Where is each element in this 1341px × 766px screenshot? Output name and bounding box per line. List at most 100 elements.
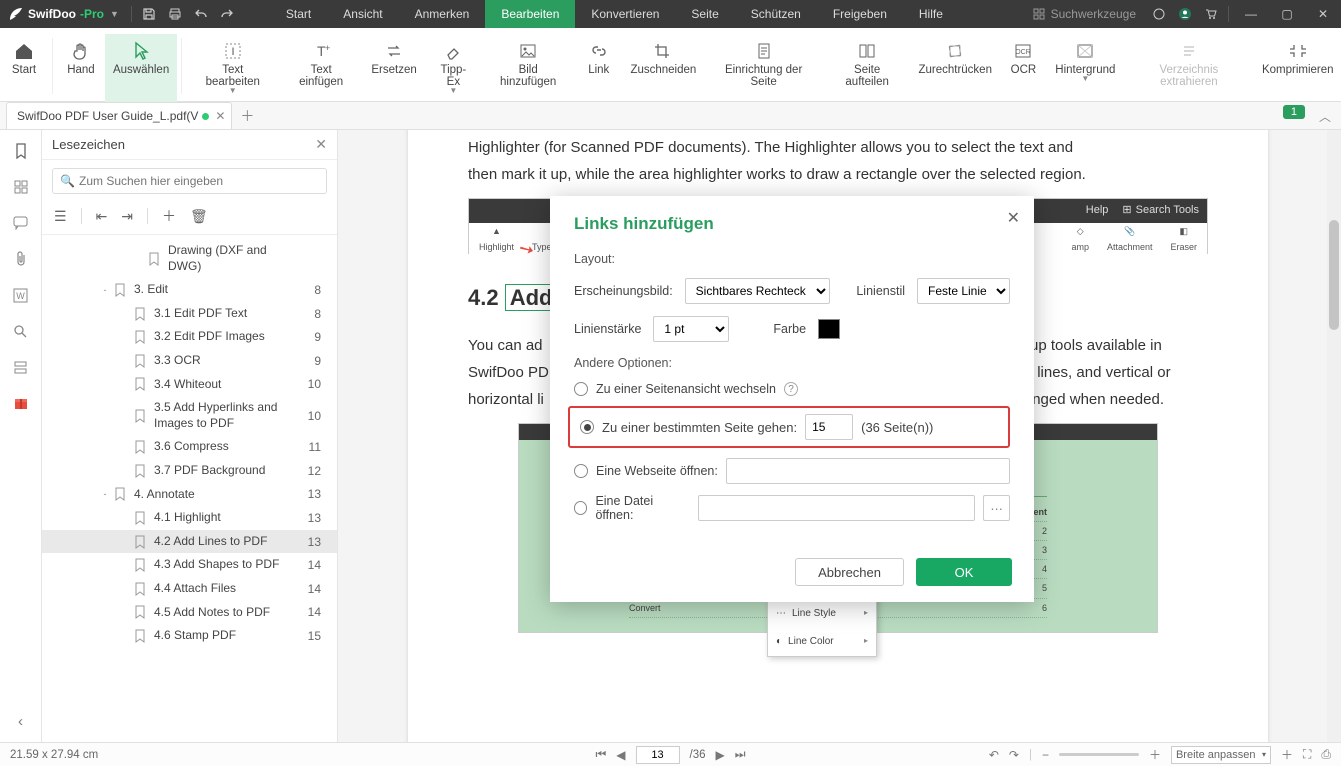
expand-icon[interactable]: - — [98, 285, 112, 295]
bookmark-item[interactable]: Drawing (DXF and DWG) — [42, 239, 337, 278]
radio-web[interactable] — [574, 464, 588, 478]
zoom-out-icon[interactable]: − — [1042, 748, 1049, 762]
ribbon-text-edit[interactable]: IText bearbeiten▼ — [186, 34, 279, 102]
menu-share[interactable]: Freigeben — [817, 0, 903, 28]
bookmark-item[interactable]: 4.4 Attach Files14 — [42, 577, 337, 601]
menu-annotate[interactable]: Anmerken — [399, 0, 486, 28]
bookmark-item[interactable]: 3.4 Whiteout10 — [42, 373, 337, 397]
rail-comments-icon[interactable] — [10, 212, 32, 234]
fullscreen-icon[interactable]: ⛶ — [1303, 747, 1311, 762]
file-browse-button[interactable]: ⋯ — [983, 495, 1010, 521]
menu-page[interactable]: Seite — [675, 0, 734, 28]
bookmark-item[interactable]: 4.5 Add Notes to PDF14 — [42, 601, 337, 625]
undo-icon[interactable] — [188, 0, 214, 28]
ctx-color[interactable]: ◐ Line Color▸ — [768, 628, 876, 656]
rail-bookmark-icon[interactable] — [10, 140, 32, 162]
bookmark-item[interactable]: 4.6 Stamp PDF15 — [42, 624, 337, 648]
bm-tool-indent-icon[interactable]: ⇥ — [121, 208, 133, 225]
dropdown-icon[interactable]: ▼ — [110, 9, 119, 19]
close-button[interactable]: ✕ — [1305, 0, 1341, 28]
zoom-in-icon[interactable]: ＋ — [1149, 746, 1161, 763]
dialog-close-icon[interactable]: ✕ — [1007, 208, 1020, 228]
cart-icon[interactable] — [1198, 0, 1224, 28]
ribbon-hand[interactable]: Hand — [57, 34, 105, 102]
bookmark-item[interactable]: 3.5 Add Hyperlinks and Images to PDF10 — [42, 396, 337, 435]
zoom-plus-icon[interactable]: ＋ — [1281, 746, 1293, 763]
web-url-input[interactable] — [726, 458, 1010, 484]
rotate-right-icon[interactable]: ↷ — [1009, 748, 1019, 762]
bm-tool-add-icon[interactable]: ＋ — [162, 206, 176, 226]
ribbon-compress[interactable]: Komprimieren — [1254, 34, 1341, 102]
page-indicator-chevron[interactable]: ︿ — [1319, 108, 1331, 125]
tab-close-icon[interactable]: ✕ — [215, 109, 225, 123]
appearance-select[interactable]: Sichtbares Rechteck — [685, 278, 830, 304]
read-mode-icon[interactable]: ⎙ — [1321, 747, 1331, 762]
bookmark-item[interactable]: 4.2 Add Lines to PDF13 — [42, 530, 337, 554]
ribbon-link[interactable]: Link — [575, 34, 623, 102]
ribbon-crop[interactable]: Zuschneiden — [623, 34, 704, 102]
user-icon[interactable] — [1172, 0, 1198, 28]
bookmarks-close-icon[interactable]: ✕ — [315, 136, 327, 153]
rail-thumbnails-icon[interactable] — [10, 176, 32, 198]
menu-help[interactable]: Hilfe — [903, 0, 959, 28]
page-number-input[interactable] — [636, 746, 680, 764]
doc-tab[interactable]: SwifDoo PDF User Guide_L.pdf(V ✕ — [6, 102, 232, 129]
bookmark-item[interactable]: -3. Edit8 — [42, 278, 337, 302]
ribbon-deskew[interactable]: Zurechtrücken — [911, 34, 999, 102]
ribbon-extract-toc[interactable]: Verzeichnis extrahieren — [1123, 34, 1254, 102]
rail-word-icon[interactable]: W — [10, 284, 32, 306]
ok-button[interactable]: OK — [916, 558, 1012, 586]
ribbon-tippex[interactable]: Tipp-Ex▼ — [425, 34, 481, 102]
minimize-button[interactable]: ― — [1233, 0, 1269, 28]
nav-next-icon[interactable]: ▶ — [716, 748, 725, 762]
tab-add-button[interactable]: ＋ — [240, 106, 254, 126]
menu-convert[interactable]: Konvertieren — [575, 0, 675, 28]
ribbon-ocr[interactable]: OCROCR — [999, 34, 1047, 102]
rotate-left-icon[interactable]: ↶ — [989, 748, 999, 762]
ribbon-background[interactable]: Hintergrund▼ — [1047, 34, 1123, 102]
bm-tool-outdent-icon[interactable]: ⇤ — [96, 208, 108, 225]
radio-gopage[interactable] — [580, 420, 594, 434]
ribribbon-replace[interactable]: Ersetzen — [363, 34, 425, 102]
rail-gift-icon[interactable] — [10, 392, 32, 414]
notify-icon[interactable] — [1146, 0, 1172, 28]
bookmark-item[interactable]: 3.2 Edit PDF Images9 — [42, 325, 337, 349]
help-icon[interactable]: ? — [784, 382, 798, 396]
bookmark-item[interactable]: 3.7 PDF Background12 — [42, 459, 337, 483]
menu-protect[interactable]: Schützen — [735, 0, 817, 28]
ribbon-start[interactable]: Start — [0, 34, 48, 102]
bookmark-item[interactable]: -4. Annotate13 — [42, 483, 337, 507]
color-swatch[interactable] — [818, 319, 840, 339]
ribbon-select[interactable]: Auswählen — [105, 34, 177, 102]
nav-last-icon[interactable]: ⏭ — [735, 747, 746, 762]
rail-fields-icon[interactable] — [10, 356, 32, 378]
linestyle-select[interactable]: Feste Linie — [917, 278, 1010, 304]
cancel-button[interactable]: Abbrechen — [795, 558, 904, 586]
ribbon-split[interactable]: Seite aufteilen — [823, 34, 911, 102]
ribbon-page-setup[interactable]: Einrichtung der Seite — [704, 34, 823, 102]
expand-icon[interactable]: - — [98, 489, 112, 499]
bookmark-item[interactable]: 3.3 OCR9 — [42, 349, 337, 373]
radio-pageview[interactable] — [574, 382, 588, 396]
save-icon[interactable] — [136, 0, 162, 28]
rail-collapse-icon[interactable]: ‹ — [10, 710, 32, 732]
menu-view[interactable]: Ansicht — [327, 0, 398, 28]
gopage-input[interactable] — [805, 414, 853, 440]
search-tools[interactable]: Suchwerkzeuge — [1023, 7, 1146, 21]
bookmark-item[interactable]: 4.3 Add Shapes to PDF14 — [42, 553, 337, 577]
ctx-style[interactable]: ⋯ Line Style▸ — [768, 600, 876, 628]
ribbon-image[interactable]: Bild hinzufügen — [482, 34, 575, 102]
file-path-input[interactable] — [698, 495, 975, 521]
maximize-button[interactable]: ▢ — [1269, 0, 1305, 28]
linewidth-select[interactable]: 1 pt — [653, 316, 729, 342]
menu-edit[interactable]: Bearbeiten — [485, 0, 575, 28]
nav-prev-icon[interactable]: ◀ — [616, 748, 625, 762]
bm-tool-delete-icon[interactable]: 🗑 — [190, 208, 208, 225]
rail-search-icon[interactable] — [10, 320, 32, 342]
bookmarks-search-input[interactable] — [52, 168, 327, 194]
rail-attach-icon[interactable] — [10, 248, 32, 270]
bm-tool-list-icon[interactable]: ☰ — [54, 208, 67, 225]
bookmark-item[interactable]: 4.1 Highlight13 — [42, 506, 337, 530]
vertical-scrollbar[interactable] — [1327, 130, 1341, 742]
print-icon[interactable] — [162, 0, 188, 28]
